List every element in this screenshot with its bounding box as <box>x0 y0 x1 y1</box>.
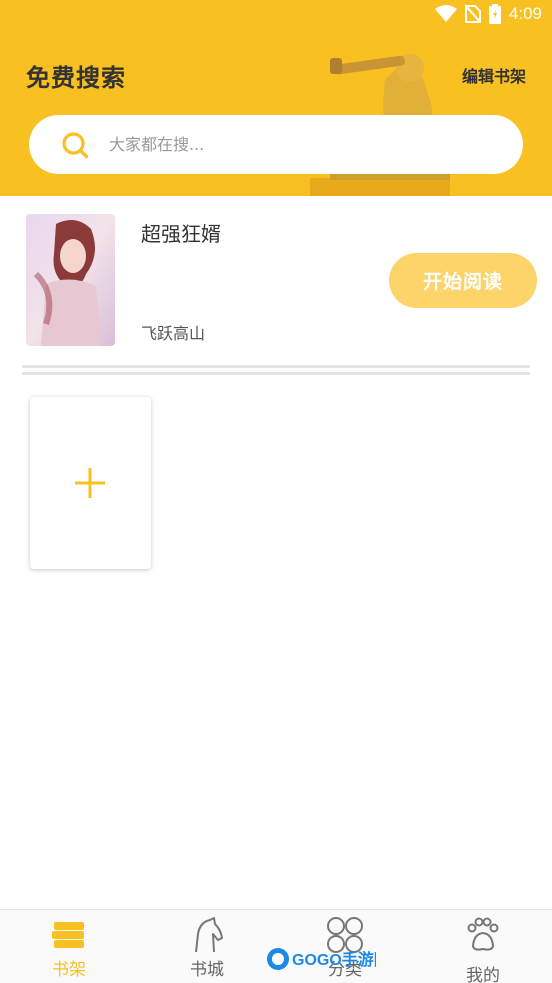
watermark-logo: GOGO手游网 <box>267 948 376 970</box>
no-sim-icon <box>464 5 481 23</box>
wifi-icon <box>434 5 457 22</box>
book-author: 飞跃高山 <box>141 324 206 343</box>
start-reading-button[interactable]: 开始阅读 <box>389 253 537 308</box>
status-time: 4:09 <box>508 4 542 23</box>
search-bar[interactable] <box>29 115 523 174</box>
search-input[interactable] <box>109 115 499 174</box>
tab-bookstore[interactable]: 书城 <box>138 910 276 983</box>
header: 4:09 免费搜索 编辑书架 <box>0 0 552 196</box>
tab-mine[interactable]: 我的 <box>414 910 552 983</box>
tab-label: 书城 <box>190 960 224 980</box>
battery-icon <box>488 4 501 24</box>
book-title[interactable]: 超强狂婿 <box>141 218 221 247</box>
search-icon <box>62 132 89 159</box>
divider <box>22 365 530 375</box>
tab-label: 书架 <box>52 960 86 980</box>
paw-icon <box>467 917 499 951</box>
book-list-item[interactable]: 超强狂婿 飞跃高山 开始阅读 <box>0 205 552 355</box>
bookshelf-icon <box>52 922 84 948</box>
page-title: 免费搜索 <box>26 64 126 92</box>
plus-icon <box>75 468 105 498</box>
watermark-text: GOGO手游网 <box>292 950 376 969</box>
edit-shelf-button[interactable]: 编辑书架 <box>462 63 526 87</box>
book-cover[interactable] <box>26 214 115 346</box>
add-book-card[interactable] <box>30 397 151 569</box>
horse-icon <box>195 917 223 953</box>
status-bar: 4:09 <box>0 0 552 30</box>
tab-label: 我的 <box>466 966 500 983</box>
tab-bookshelf[interactable]: 书架 <box>0 910 138 983</box>
